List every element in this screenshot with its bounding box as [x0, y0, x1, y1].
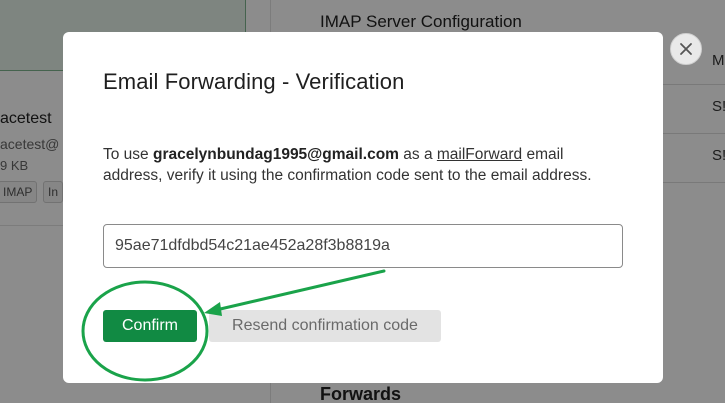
confirmation-code-input[interactable]: [103, 224, 623, 268]
close-button[interactable]: [670, 33, 702, 65]
instructions-prefix: To use: [103, 146, 153, 163]
confirm-button[interactable]: Confirm: [103, 310, 197, 342]
forward-email-address: gracelynbundag1995@gmail.com: [152, 146, 399, 163]
resend-code-button[interactable]: Resend confirmation code: [209, 310, 441, 342]
dialog-instructions: To use gracelynbundag1995@gmail.com as a…: [103, 144, 613, 186]
instructions-mid: as a: [398, 146, 437, 163]
mailforward-link[interactable]: mailForward: [437, 146, 522, 163]
close-icon: [680, 43, 692, 55]
dialog-title: Email Forwarding - Verification: [103, 69, 405, 94]
verification-dialog: Email Forwarding - Verification To use g…: [63, 32, 663, 383]
